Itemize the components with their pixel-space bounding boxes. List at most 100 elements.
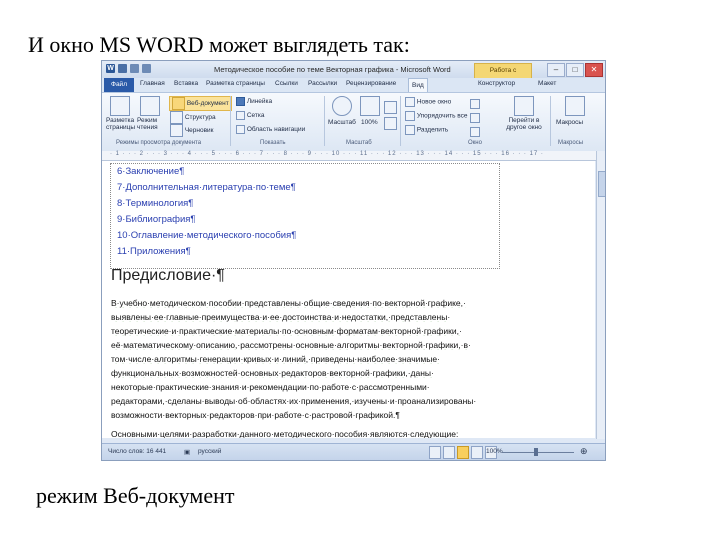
window-group-label: Окно [468,140,482,146]
paragraph-line: Основными·целями·разработки·данного·мето… [111,429,459,438]
print-layout-view-icon[interactable] [429,446,441,459]
ribbon-tabs: Файл Главная Вставка Разметка страницы С… [102,78,605,93]
reset-position-icon[interactable] [470,127,480,137]
paragraph-line: функциональных·возможностей·основных·ред… [111,368,434,378]
ruler-label: Линейка [246,98,273,106]
tab-insert[interactable]: Вставка [174,80,198,87]
one-page-icon[interactable] [384,101,397,114]
new-window-label: Новое окно [416,98,452,106]
hundred-percent-button[interactable]: 100% [361,119,378,126]
nav-pane-checkbox[interactable]: Область навигации [236,125,305,134]
zoom-in-icon[interactable]: ⊕ [580,446,588,457]
document-area[interactable]: 6·Заключение¶ 7·Дополнительная·литератур… [102,161,595,438]
tab-file[interactable]: Файл [104,78,134,92]
tab-review[interactable]: Рецензирование [346,80,396,87]
close-button[interactable]: ✕ [585,63,603,77]
tab-view[interactable]: Вид [408,78,428,93]
paragraph-line: выявлены·ее·главные·преимущества·и·ее·до… [111,312,451,322]
new-window-button[interactable]: Новое окно [405,97,451,107]
reading-view-icon[interactable] [443,446,455,459]
vertical-scrollbar[interactable] [596,151,605,439]
window-title: Методическое пособие по теме Векторная г… [214,65,451,74]
toc-item[interactable]: 8·Терминология¶ [117,198,193,209]
word-window: W Методическое пособие по теме Векторная… [101,60,606,461]
toc-item[interactable]: 6·Заключение¶ [117,166,184,177]
side-by-side-icon[interactable] [470,99,480,109]
spellcheck-icon[interactable]: ▣ [184,448,190,456]
tab-layout[interactable]: Макет [538,80,556,87]
tab-references[interactable]: Ссылки [275,80,298,87]
magnifier-icon[interactable] [332,96,352,116]
save-icon[interactable] [118,64,127,73]
reading-mode-button[interactable]: Режим чтения [137,117,165,131]
two-pages-icon[interactable] [384,117,397,130]
paragraph-line: редакторами,·сделаны·выводы·об·областях·… [111,396,477,406]
sync-scroll-icon[interactable] [470,113,480,123]
minimize-button[interactable]: – [547,63,565,77]
undo-icon[interactable] [130,64,139,73]
reading-mode-icon[interactable] [140,96,160,116]
macros-button[interactable]: Макросы [556,119,583,126]
word-app-icon[interactable]: W [106,64,115,73]
slide-caption: режим Веб-документ [36,483,235,508]
heading-preface: Предисловие·¶ [111,267,225,284]
toc-item[interactable]: 7·Дополнительная·литература·по·теме¶ [117,182,296,193]
toc-item[interactable]: 10·Оглавление·методического·пособия¶ [117,230,296,241]
paragraph-line: некоторые·практические·знания·и·рекоменд… [111,382,430,392]
toc-item[interactable]: 11·Приложения¶ [117,246,191,257]
macros-group-label: Макросы [558,140,584,146]
split-label: Разделить [416,126,449,134]
zoom-button[interactable]: Масштаб [328,119,356,126]
hundred-percent-icon[interactable] [360,96,380,116]
split-button[interactable]: Разделить [405,125,448,135]
scrollbar-thumb[interactable] [598,171,605,197]
web-document-button[interactable]: Веб-документ [169,96,232,111]
switch-window-icon[interactable] [514,96,534,116]
zoom-slider-knob[interactable] [534,448,538,456]
maximize-button[interactable]: □ [566,63,584,77]
macros-icon[interactable] [565,96,585,116]
nav-pane-label: Область навигации [246,126,306,134]
grid-label: Сетка [246,112,265,120]
toc-item[interactable]: 9·Библиография¶ [117,214,196,225]
quick-access-toolbar: W [106,64,151,73]
tab-design[interactable]: Конструктор [478,80,515,87]
zoom-slider[interactable] [502,452,574,453]
view-modes-group-label: Режимы просмотра документа [116,140,202,146]
web-layout-view-icon[interactable] [457,446,469,459]
toc-table[interactable]: 6·Заключение¶ 7·Дополнительная·литератур… [110,163,500,269]
language-indicator[interactable]: русский [198,448,221,455]
window-controls: – □ ✕ [547,63,603,77]
grid-checkbox[interactable]: Сетка [236,111,264,120]
draft-label: Черновик [184,127,214,135]
horizontal-ruler[interactable]: · 1 · · · 2 · · · 3 · · · 4 · · · 5 · · … [102,151,597,161]
arrange-all-label: Упорядочить все [416,112,468,120]
structure-label: Структура [184,114,216,122]
show-group-label: Показать [260,140,286,146]
print-layout-icon[interactable] [110,96,130,116]
ruler-ticks: · 1 · · · 2 · · · 3 · · · 4 · · · 5 · · … [110,151,544,157]
slide-title: И окно MS WORD может выглядеть так: [28,32,410,57]
outline-view-icon[interactable] [471,446,483,459]
redo-icon[interactable] [142,64,151,73]
ruler-checkbox[interactable]: Линейка [236,97,272,106]
print-layout-button[interactable]: Разметка страницы [106,117,136,131]
zoom-level[interactable]: 100% [486,448,503,455]
draft-button[interactable]: Черновик [170,124,214,137]
tab-mailings[interactable]: Рассылки [308,80,337,87]
table-tools-context-tab: Работа с таблицами [474,63,532,88]
title-bar: W Методическое пособие по теме Векторная… [102,61,605,88]
ribbon: Разметка страницы Режим чтения Веб-докум… [102,92,605,152]
tab-page-layout[interactable]: Разметка страницы [206,80,265,87]
arrange-all-button[interactable]: Упорядочить все [405,111,468,121]
paragraph-line: теоретические·и·практические·материалы·п… [111,326,462,336]
paragraph-line: возможности·векторных·редакторов·при·раб… [111,410,400,420]
tab-home[interactable]: Главная [140,80,165,87]
paragraph-line: её·математическому·описанию,·рассмотрены… [111,340,471,350]
word-count[interactable]: Число слов: 16 441 [108,448,166,455]
paragraph-line: В·учебно·методическом·пособии·представле… [111,298,466,308]
status-bar: Число слов: 16 441 ▣ русский 100% ⊕ [102,443,605,460]
paragraph-line: том·числе·алгоритмы·генерации·кривых·и·л… [111,354,440,364]
structure-button[interactable]: Структура [170,111,216,124]
switch-window-button[interactable]: Перейти в другое окно [502,117,546,131]
